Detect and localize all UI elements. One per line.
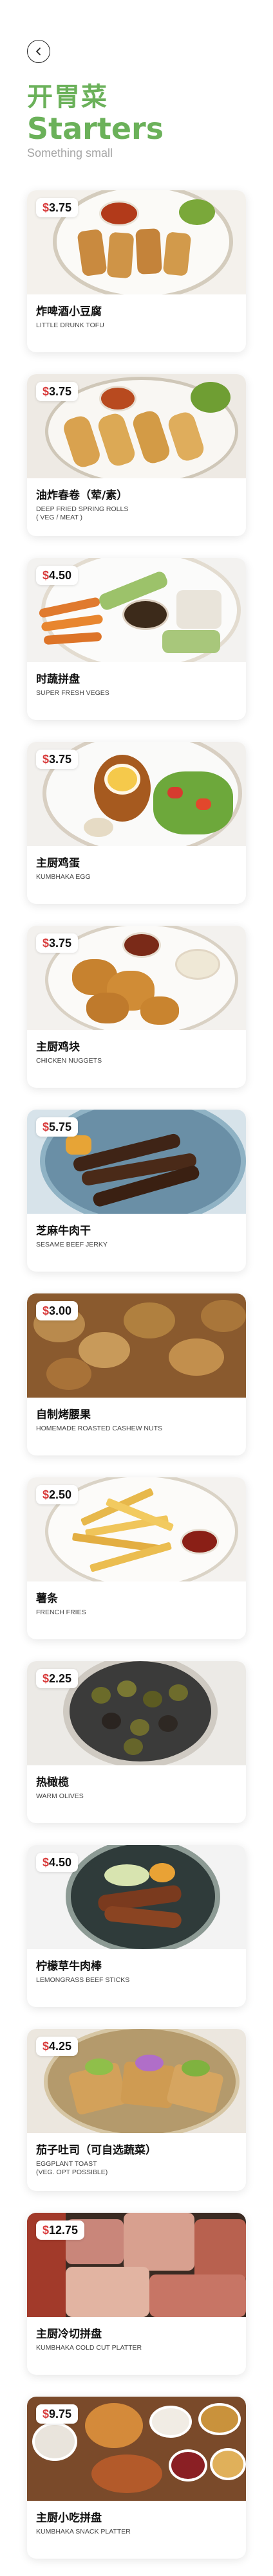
dish-name-cn: 主厨鸡块 [36, 1041, 80, 1054]
price-badge: $4.25 [36, 2037, 79, 2056]
price-badge: $5.75 [36, 1117, 79, 1137]
dish-name-cn: 主厨小吃拼盘 [36, 2512, 102, 2525]
dish-name-en: CHICKEN NUGGETS [36, 1057, 102, 1065]
price-badge: $9.75 [36, 2404, 79, 2424]
page-header: 开胃菜 Starters Something small [27, 82, 164, 159]
price-badge: $3.75 [36, 198, 79, 217]
menu-item-card[interactable]: $4.50 时蔬拼盘 SUPER FRESH VEGES [27, 558, 246, 720]
dish-name-cn: 自制烤腰果 [36, 1409, 91, 1421]
dish-name-en: LEMONGRASS BEEF STICKS [36, 1976, 130, 1984]
menu-item-card[interactable]: $3.75 主厨鸡蛋 KUMBHAKA EGG [27, 742, 246, 904]
dish-name-cn: 油炸春卷（荤/素） [36, 489, 128, 502]
menu-item-card[interactable]: $3.75 炸啤酒小豆腐 LITTLE DRUNK TOFU [27, 190, 246, 352]
dish-name-cn: 主厨鸡蛋 [36, 857, 80, 870]
page-title-cn: 开胃菜 [27, 82, 108, 112]
menu-item-card[interactable]: $12.75 主厨冷切拼盘 KUMBHAKA COLD CUT PLATTER [27, 2213, 246, 2375]
dish-name-en: KUMBHAKA EGG [36, 873, 91, 881]
chevron-left-icon [36, 48, 41, 55]
price-badge: $12.75 [36, 2220, 85, 2240]
dish-name-cn: 茄子吐司（可自选蔬菜） [36, 2144, 156, 2157]
dish-name-cn: 芝麻牛肉干 [36, 1225, 91, 1238]
price-badge: $4.50 [36, 566, 79, 585]
starters-menu-page: 开胃菜 Starters Something small $3.75 炸啤酒小豆… [0, 0, 273, 2576]
dish-name-cn: 柠檬草牛肉棒 [36, 1960, 102, 1973]
dish-name-en: DEEP FRIED SPRING ROLLS ( VEG / MEAT ) [36, 505, 129, 521]
menu-item-card[interactable]: $5.75 芝麻牛肉干 SESAME BEEF JERKY [27, 1110, 246, 1272]
dish-name-en: SESAME BEEF JERKY [36, 1241, 108, 1248]
dish-name-cn: 热橄榄 [36, 1776, 69, 1789]
dish-name-en: KUMBHAKA COLD CUT PLATTER [36, 2344, 142, 2352]
price-badge: $3.75 [36, 382, 79, 401]
menu-item-card[interactable]: $3.75 油炸春卷（荤/素） DEEP FRIED SPRING ROLLS … [27, 374, 246, 536]
dish-name-en: WARM OLIVES [36, 1792, 84, 1800]
page-title-en: Starters [27, 111, 164, 146]
dish-name-cn: 时蔬拼盘 [36, 673, 80, 686]
menu-item-card[interactable]: $3.00 自制烤腰果 HOMEMADE ROASTED CASHEW NUTS [27, 1293, 246, 1455]
price-badge: $2.50 [36, 1485, 79, 1504]
dish-name-en: SUPER FRESH VEGES [36, 689, 109, 697]
menu-item-card[interactable]: $9.75 主厨小吃拼盘 KUMBHAKA SNACK PLATTER [27, 2397, 246, 2559]
menu-item-card[interactable]: $2.25 热橄榄 WARM OLIVES [27, 1661, 246, 1823]
dish-name-en: KUMBHAKA SNACK PLATTER [36, 2528, 131, 2535]
dish-name-cn: 主厨冷切拼盘 [36, 2328, 102, 2341]
dish-name-en: HOMEMADE ROASTED CASHEW NUTS [36, 1425, 163, 1432]
menu-item-list: $3.75 炸啤酒小豆腐 LITTLE DRUNK TOFU $3.75 油炸春… [27, 190, 246, 2576]
dish-name-en: EGGPLANT TOAST (VEG. OPT POSSIBLE) [36, 2160, 108, 2176]
price-badge: $4.50 [36, 1853, 79, 1872]
price-badge: $3.75 [36, 933, 79, 953]
menu-item-card[interactable]: $3.75 主厨鸡块 CHICKEN NUGGETS [27, 926, 246, 1088]
price-badge: $3.00 [36, 1301, 79, 1320]
menu-item-card[interactable]: $2.50 薯条 FRENCH FRIES [27, 1477, 246, 1639]
dish-name-en: LITTLE DRUNK TOFU [36, 321, 104, 329]
menu-item-card[interactable]: $4.50 柠檬草牛肉棒 LEMONGRASS BEEF STICKS [27, 1845, 246, 2007]
price-badge: $2.25 [36, 1669, 79, 1688]
back-button[interactable] [27, 40, 50, 63]
dish-name-en: FRENCH FRIES [36, 1608, 86, 1616]
page-subtitle: Something small [27, 147, 113, 159]
menu-item-card[interactable]: $4.25 茄子吐司（可自选蔬菜） EGGPLANT TOAST (VEG. O… [27, 2029, 246, 2191]
price-badge: $3.75 [36, 750, 79, 769]
dish-name-cn: 薯条 [36, 1592, 58, 1605]
dish-name-cn: 炸啤酒小豆腐 [36, 305, 102, 318]
